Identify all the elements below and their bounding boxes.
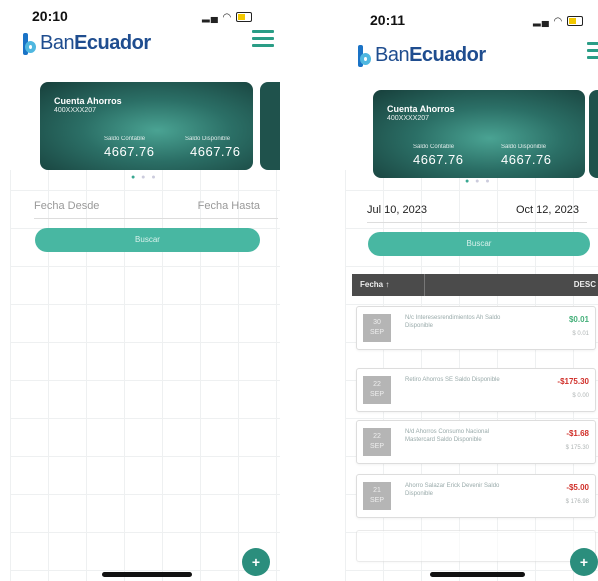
transactions-table-header: Fecha ↑ DESC — [352, 274, 598, 296]
brand-suffix: Ecuador — [409, 44, 486, 66]
home-indicator — [430, 572, 525, 577]
account-type: Cuenta Ahorros — [54, 96, 122, 106]
hamburger-menu-icon[interactable] — [252, 30, 274, 51]
logo-b-icon — [357, 44, 373, 67]
battery-icon — [567, 16, 584, 27]
transaction-description: Retiro Ahorros SE Saldo Disponible — [405, 377, 500, 383]
add-fab-icon[interactable]: + — [242, 548, 270, 576]
saldo-contable-value: 4667.76 — [413, 152, 464, 167]
saldo-contable-value: 4667.76 — [104, 144, 155, 159]
transaction-amount: -$175.30 — [557, 377, 589, 386]
status-time: 20:10 — [32, 8, 68, 24]
transaction-row[interactable]: 30 SEP N/c Interesesrendimientos Ah Saldo… — [356, 306, 596, 350]
brand-prefix: Ban — [40, 32, 75, 54]
buscar-button[interactable]: Buscar — [35, 228, 260, 252]
account-number: 400XXXX207 — [387, 115, 430, 122]
transaction-date: 30 SEP — [363, 314, 391, 342]
account-card[interactable]: Cuenta Ahorros 400XXXX207 Saldo Contable… — [40, 82, 253, 170]
header-fecha[interactable]: Fecha ↑ — [360, 280, 389, 289]
saldo-disponible-value: 4667.76 — [190, 144, 241, 159]
next-card-peek[interactable] — [589, 90, 598, 178]
account-card[interactable]: Cuenta Ahorros 400XXXX207 Saldo Contable… — [373, 90, 585, 178]
date-range: Jul 10, 2023 Oct 12, 2023 — [367, 204, 587, 223]
header-desc[interactable]: DESC — [574, 280, 596, 289]
next-card-peek[interactable] — [260, 82, 280, 170]
label-saldo-disponible: Saldo Disponible — [501, 144, 547, 150]
fecha-desde-field[interactable]: Fecha Desde — [34, 200, 99, 212]
transaction-balance: $ 176.98 — [565, 499, 589, 505]
status-time: 20:11 — [370, 12, 406, 28]
screen-before-search: 20:10 ▂▄ ◠ BanEcuador Cuenta Ahorros 400… — [10, 0, 280, 581]
transaction-balance: $ 175.30 — [565, 445, 589, 451]
transaction-date: 22 SEP — [363, 428, 391, 456]
battery-icon — [236, 12, 253, 23]
transaction-row-partial[interactable] — [356, 530, 596, 562]
home-indicator — [102, 572, 192, 577]
logo-b-icon — [22, 32, 38, 55]
transaction-row[interactable]: 22 SEP Retiro Ahorros SE Saldo Disponible… — [356, 368, 596, 412]
label-saldo-contable: Saldo Contable — [413, 144, 455, 150]
carousel-dots: ● ● ● — [131, 174, 158, 181]
transaction-description: N/c Interesesrendimientos Ah Saldo Dispo… — [405, 315, 501, 329]
brand-suffix: Ecuador — [74, 32, 151, 54]
status-icons: ▂▄ ◠ — [202, 12, 253, 23]
hamburger-menu-icon[interactable] — [587, 42, 598, 63]
transaction-date: 21 SEP — [363, 482, 391, 510]
bank-logo: BanEcuador — [357, 44, 486, 67]
add-fab-icon[interactable]: + — [570, 548, 598, 576]
saldo-disponible-value: 4667.76 — [501, 152, 552, 167]
status-icons: ▂▄ ◠ — [533, 16, 584, 27]
transaction-amount: -$5.00 — [566, 483, 589, 492]
account-type: Cuenta Ahorros — [387, 104, 455, 114]
transaction-balance: $ 0.01 — [572, 331, 589, 337]
transaction-description: Ahorro Salazar Erick Devenir Saldo Dispo… — [405, 483, 500, 497]
screen-after-search: 20:11 ▂▄ ◠ BanEcuador Cuenta Ahorros 400… — [345, 0, 598, 581]
buscar-button[interactable]: Buscar — [368, 232, 590, 256]
fecha-hasta-field[interactable]: Fecha Hasta — [198, 200, 260, 212]
carousel-dots: ● ● ● — [465, 178, 492, 185]
bank-logo: BanEcuador — [22, 32, 151, 55]
transaction-balance: $ 0.00 — [572, 393, 589, 399]
transaction-amount: -$1.68 — [566, 429, 589, 438]
brand-prefix: Ban — [375, 44, 410, 66]
transaction-row[interactable]: 21 SEP Ahorro Salazar Erick Devenir Saldo… — [356, 474, 596, 518]
transaction-date: 22 SEP — [363, 376, 391, 404]
label-saldo-disponible: Saldo Disponible — [185, 136, 231, 142]
transaction-amount: $0.01 — [568, 315, 589, 324]
fecha-desde-field[interactable]: Jul 10, 2023 — [367, 204, 427, 216]
transaction-description: N/d Ahorros Consumo Nacional Mastercard … — [405, 429, 490, 443]
transaction-row[interactable]: 22 SEP N/d Ahorros Consumo Nacional Maste… — [356, 420, 596, 464]
fecha-hasta-field[interactable]: Oct 12, 2023 — [516, 204, 579, 216]
label-saldo-contable: Saldo Contable — [104, 136, 146, 142]
account-number: 400XXXX207 — [54, 107, 97, 114]
date-range: Fecha Desde Fecha Hasta — [34, 200, 278, 219]
